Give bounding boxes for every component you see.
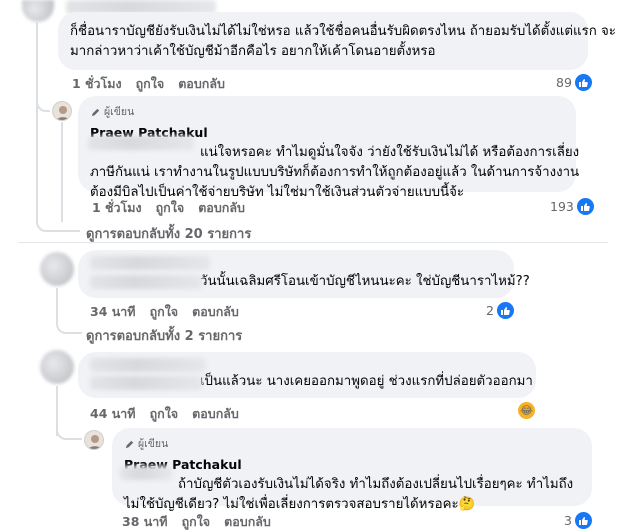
comment-bubble: ก็ชื่อนาราบัญชียังรับเงินไม่ได้ไม่ใช่หรอ… — [58, 12, 616, 70]
pencil-icon — [125, 440, 134, 448]
redacted-mention — [90, 376, 202, 390]
comment-actions: 1 ชั่วโมง ถูกใจ ตอบกลับ — [72, 74, 225, 94]
thread-line — [61, 122, 63, 222]
laughing-emoji-icon: 😂 — [518, 402, 535, 419]
comment-timestamp[interactable]: 1 ชั่วโมง — [72, 74, 122, 94]
author-badge-label: ผู้เขียน — [138, 438, 169, 450]
thumbs-up-icon — [576, 198, 594, 215]
thumbs-up-icon — [574, 74, 592, 91]
redacted-mention — [90, 275, 202, 289]
author-avatar[interactable] — [52, 101, 72, 121]
reaction-count: 3 — [564, 513, 572, 528]
thread-connector — [36, 96, 50, 112]
thread-line — [36, 22, 38, 222]
reaction-count: 193 — [550, 199, 574, 214]
author-badge: ผู้เขียน — [90, 102, 564, 122]
author-avatar[interactable] — [84, 430, 104, 450]
commenter-avatar[interactable] — [40, 252, 74, 286]
comment-timestamp[interactable]: 44 นาที — [90, 404, 136, 424]
reply-button[interactable]: ตอบกลับ — [198, 198, 245, 218]
comment-text-line: มากล่าวหาว่าเค้าใช้บัญชีม้าอีกคือไร อยาก… — [70, 44, 436, 59]
reply-button[interactable]: ตอบกลับ — [192, 302, 239, 322]
thread-connector — [36, 216, 80, 232]
reply-actions: 1 ชั่วโมง ถูกใจ ตอบกลับ — [92, 198, 245, 218]
reaction-count: 2 — [486, 303, 494, 318]
reaction-summary[interactable]: 😂 — [518, 402, 535, 419]
reply-text-line: ภาษีกันแน่ เราทำงานในรูปแบบบริษัทก็ต้องก… — [90, 165, 580, 180]
redacted-name — [90, 256, 210, 270]
reply-actions: 38 นาที ถูกใจ ตอบกลับ — [122, 512, 271, 532]
reply-text-line: ถ้าบัญชีตัวเองรับเงินไม่ได้จริง ทำไมถึงต… — [178, 477, 574, 492]
like-button[interactable]: ถูกใจ — [150, 404, 179, 424]
redacted-name — [90, 358, 206, 372]
thread-connector — [56, 318, 82, 334]
reaction-summary[interactable]: 2 — [486, 302, 514, 319]
like-button[interactable]: ถูกใจ — [156, 198, 185, 218]
author-badge: ผู้เขียน — [124, 434, 580, 454]
redacted-mention — [120, 466, 172, 480]
author-name[interactable]: Praew Patchakul — [124, 455, 580, 475]
reply-button[interactable]: ตอบกลับ — [192, 404, 239, 424]
comment-text-line: ก็ชื่อนาราบัญชียังรับเงินไม่ได้ไม่ใช่หรอ… — [70, 24, 616, 39]
like-button[interactable]: ถูกใจ — [182, 512, 211, 532]
comment-actions: 34 นาที ถูกใจ ตอบกลับ — [90, 302, 239, 322]
redacted-mention — [88, 136, 194, 150]
pencil-icon — [91, 108, 100, 116]
commenter-avatar[interactable] — [40, 350, 74, 384]
commenter-avatar[interactable] — [22, 0, 54, 22]
like-button[interactable]: ถูกใจ — [136, 74, 165, 94]
like-button[interactable]: ถูกใจ — [150, 302, 179, 322]
comment-timestamp[interactable]: 34 นาที — [90, 302, 136, 322]
reaction-summary[interactable]: 193 — [550, 198, 594, 215]
reply-timestamp[interactable]: 1 ชั่วโมง — [92, 198, 142, 218]
view-more-replies[interactable]: ดูการตอบกลับทั้ง 2 รายการ — [86, 325, 242, 346]
view-more-replies[interactable]: ดูการตอบกลับทั้ง 20 รายการ — [86, 223, 251, 244]
reaction-summary[interactable]: 89 — [556, 74, 592, 91]
reply-bubble: ผู้เขียน Praew Patchakul ถ้าบัญชีตัวเองร… — [112, 428, 592, 512]
reply-button[interactable]: ตอบกลับ — [178, 74, 225, 94]
reaction-summary[interactable]: 3 — [564, 512, 592, 529]
reply-timestamp[interactable]: 38 นาที — [122, 512, 168, 532]
thread-connector — [56, 424, 82, 440]
comment-actions: 44 นาที ถูกใจ ตอบกลับ — [90, 404, 239, 424]
reply-button[interactable]: ตอบกลับ — [224, 512, 271, 532]
divider — [18, 242, 608, 243]
thumbs-up-icon — [496, 302, 514, 319]
reaction-count: 89 — [556, 75, 572, 90]
thumbs-up-icon — [574, 512, 592, 529]
author-badge-label: ผู้เขียน — [104, 106, 135, 118]
thread-line — [56, 288, 58, 318]
